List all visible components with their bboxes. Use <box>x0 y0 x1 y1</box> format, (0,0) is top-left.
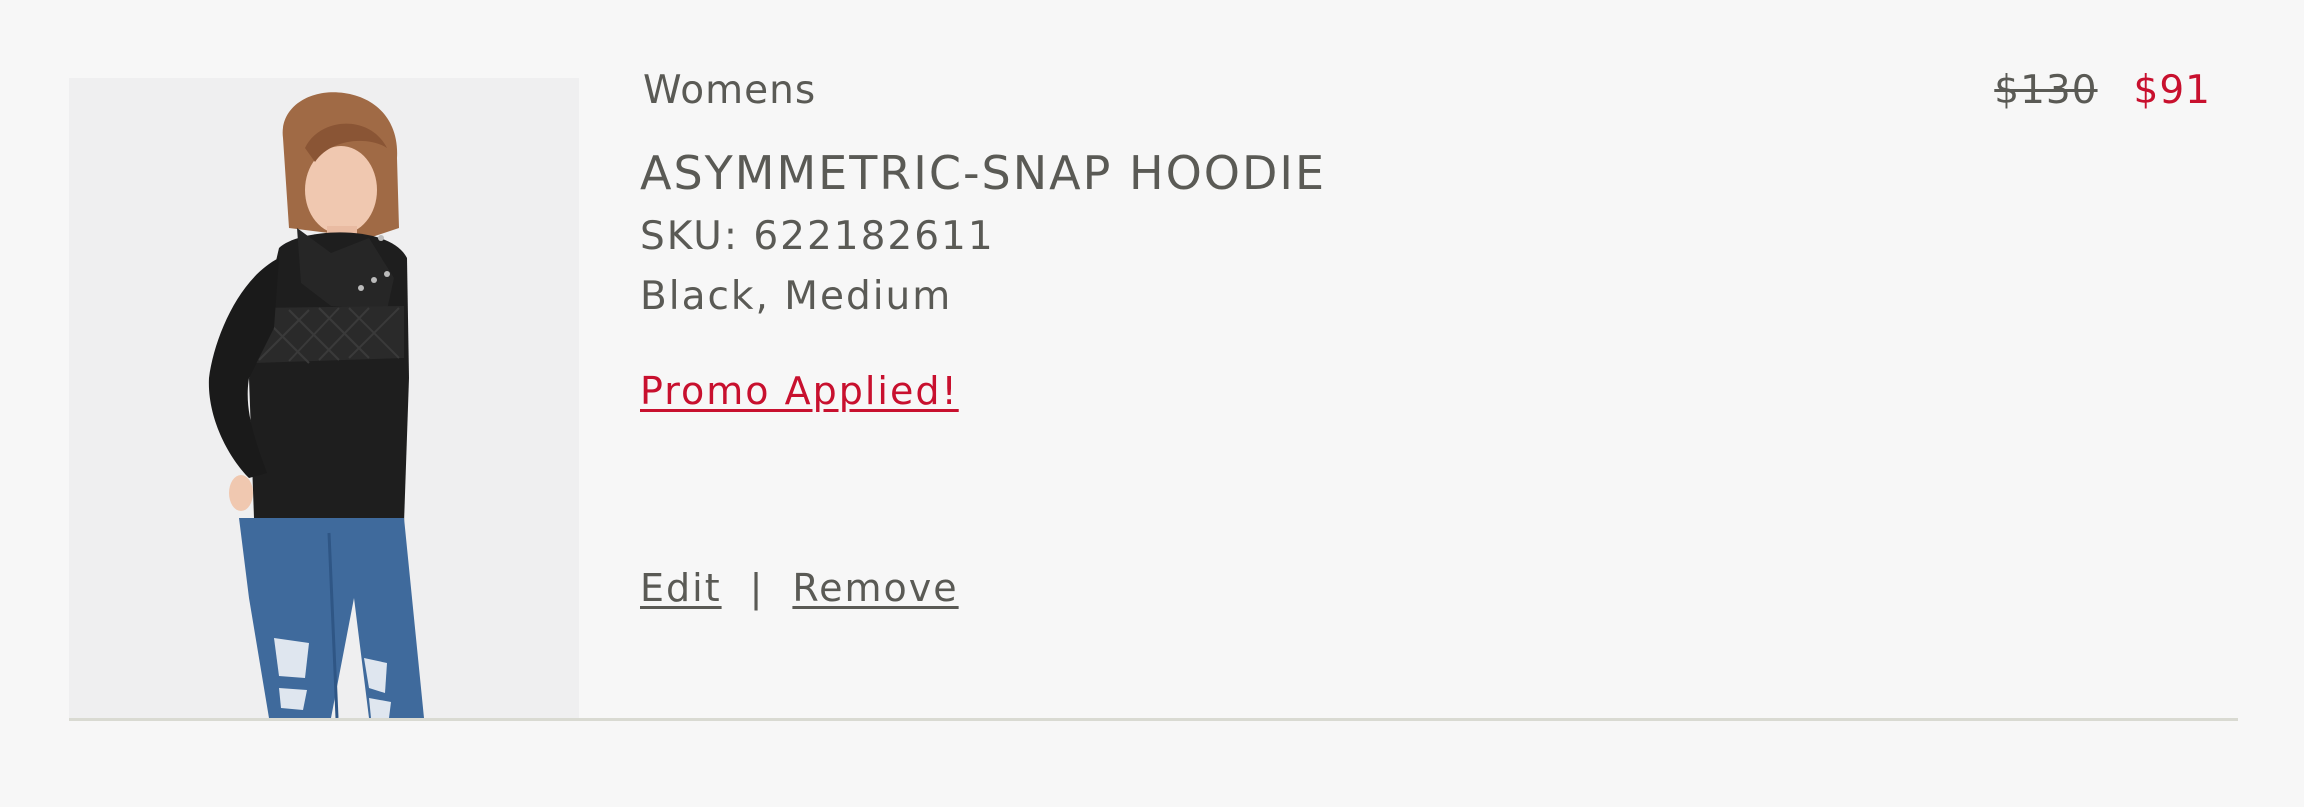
product-name: ASYMMETRIC-SNAP HOODIE <box>640 146 1327 200</box>
edit-link[interactable]: Edit <box>640 566 722 610</box>
promo-applied-link[interactable]: Promo Applied! <box>640 369 959 413</box>
actions-separator: | <box>749 566 765 610</box>
remove-link[interactable]: Remove <box>792 566 958 610</box>
item-category: Womens <box>643 68 817 113</box>
product-variant: Black, Medium <box>640 274 953 319</box>
product-image[interactable] <box>69 78 579 718</box>
sale-price: $91 <box>2133 68 2211 113</box>
item-actions: Edit | Remove <box>640 566 959 610</box>
cart-item: Womens ASYMMETRIC-SNAP HOODIE SKU: 62218… <box>69 68 2238 721</box>
item-prices: $130 $91 <box>1994 68 2211 113</box>
original-price: $130 <box>1994 68 2098 113</box>
product-photo-icon <box>69 78 579 718</box>
product-sku: SKU: 622182611 <box>640 214 995 259</box>
